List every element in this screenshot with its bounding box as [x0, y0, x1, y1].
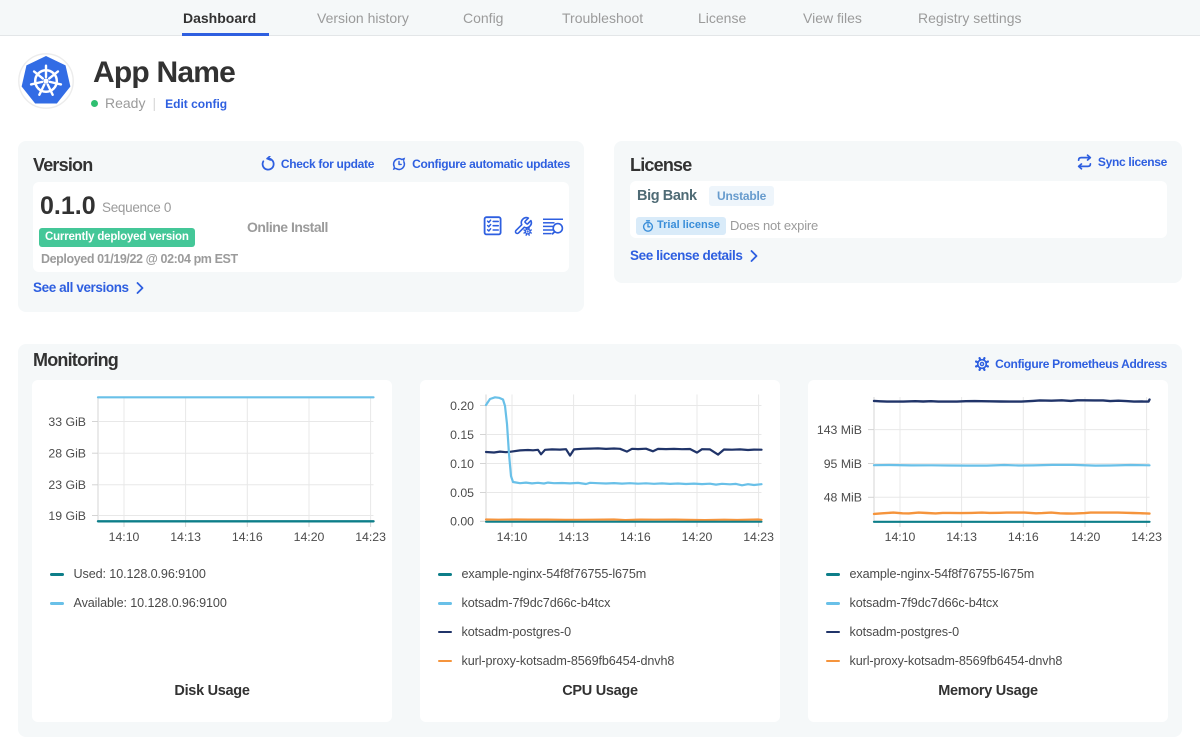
svg-text:14:16: 14:16	[620, 530, 651, 544]
svg-text:48 MiB: 48 MiB	[824, 491, 862, 505]
svg-text:0.15: 0.15	[450, 428, 474, 442]
svg-text:14:16: 14:16	[232, 530, 263, 544]
svg-text:33 GiB: 33 GiB	[48, 415, 86, 429]
svg-text:143 MiB: 143 MiB	[817, 423, 862, 437]
svg-text:0.05: 0.05	[450, 486, 474, 500]
svg-text:23 GiB: 23 GiB	[48, 478, 86, 492]
svg-text:0.20: 0.20	[450, 399, 474, 413]
svg-text:14:20: 14:20	[1070, 530, 1101, 544]
svg-text:14:16: 14:16	[1008, 530, 1039, 544]
svg-text:14:23: 14:23	[355, 530, 386, 544]
svg-text:14:20: 14:20	[294, 530, 325, 544]
svg-text:14:23: 14:23	[743, 530, 774, 544]
svg-text:28 GiB: 28 GiB	[48, 447, 86, 461]
svg-text:14:20: 14:20	[682, 530, 713, 544]
svg-text:95 MiB: 95 MiB	[824, 457, 862, 471]
svg-text:14:23: 14:23	[1131, 530, 1162, 544]
svg-text:14:13: 14:13	[946, 530, 977, 544]
svg-text:0.00: 0.00	[450, 515, 474, 529]
svg-text:14:13: 14:13	[558, 530, 589, 544]
svg-text:14:10: 14:10	[109, 530, 140, 544]
svg-text:0.10: 0.10	[450, 457, 474, 471]
svg-text:19 GiB: 19 GiB	[48, 509, 86, 523]
svg-text:14:13: 14:13	[170, 530, 201, 544]
svg-text:14:10: 14:10	[497, 530, 528, 544]
svg-text:14:10: 14:10	[885, 530, 916, 544]
